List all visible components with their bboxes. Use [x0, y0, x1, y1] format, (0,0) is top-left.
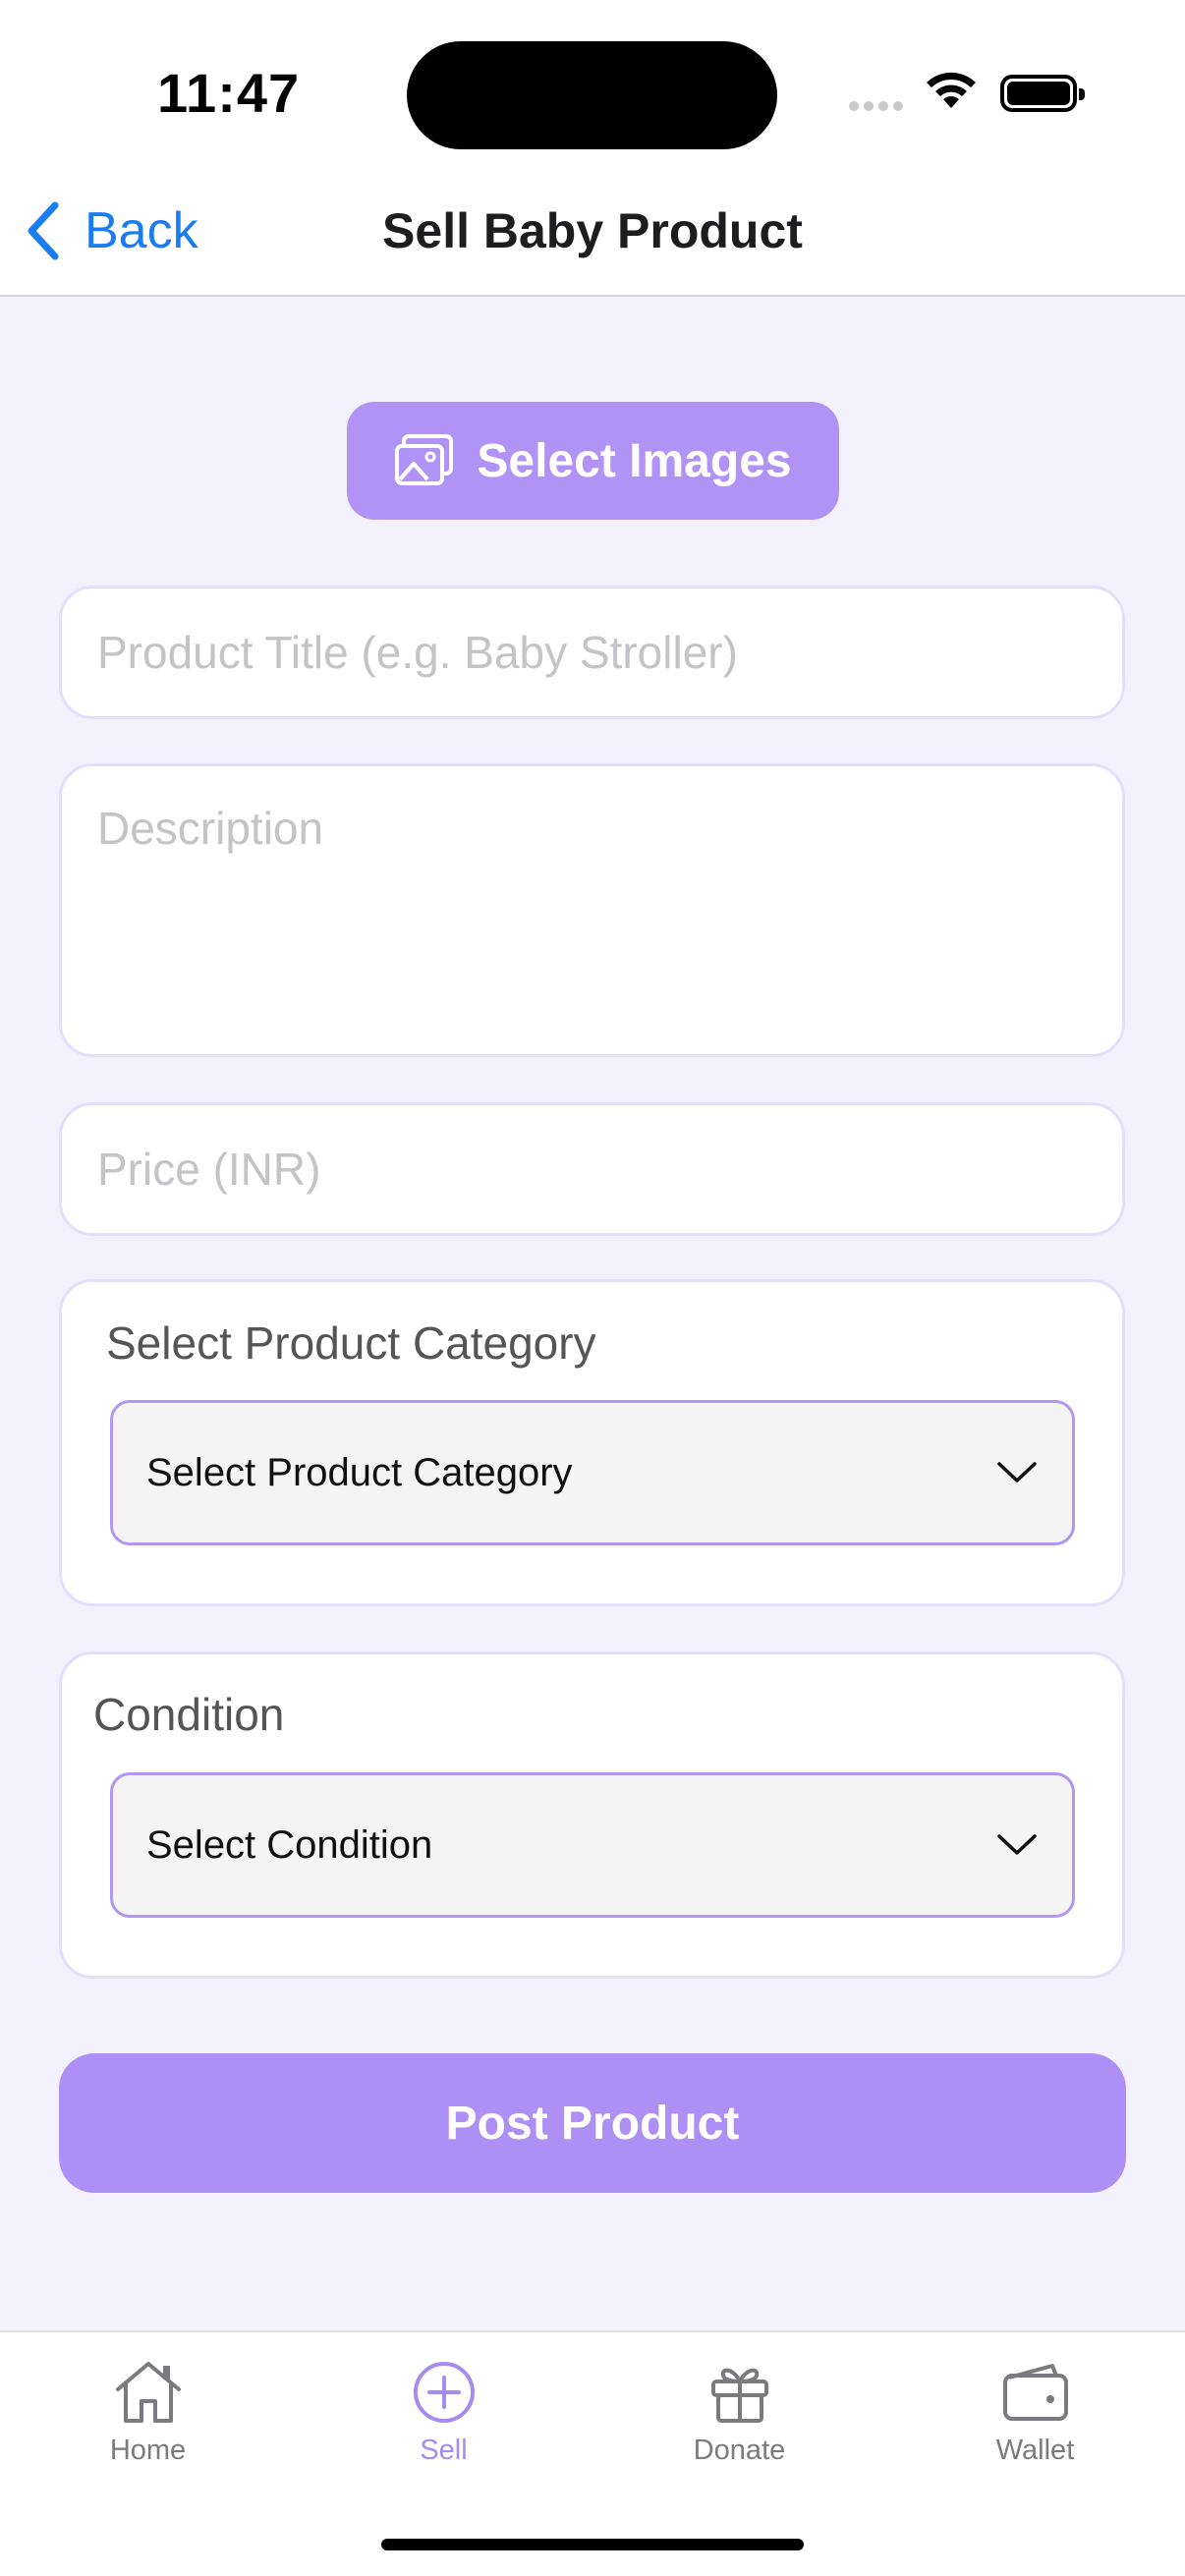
wifi-icon [924, 69, 979, 117]
select-images-label: Select Images [477, 434, 792, 487]
tab-donate[interactable]: Donate [592, 2332, 887, 2480]
condition-selected-value: Select Condition [146, 1822, 433, 1867]
description-input[interactable] [62, 766, 1122, 1051]
condition-label: Condition [93, 1689, 285, 1740]
description-field [59, 763, 1125, 1057]
tab-wallet-label: Wallet [995, 2435, 1075, 2466]
category-card: Select Product Category Select Product C… [59, 1279, 1125, 1606]
image-icon [395, 434, 454, 485]
tab-wallet[interactable]: Wallet [887, 2332, 1183, 2480]
tab-sell[interactable]: Sell [296, 2332, 592, 2480]
product-title-input[interactable] [62, 588, 1122, 716]
chevron-down-icon [997, 1834, 1037, 1855]
chevron-down-icon [997, 1462, 1037, 1483]
tab-donate-label: Donate [693, 2435, 786, 2466]
select-images-button[interactable]: Select Images [347, 402, 839, 520]
page-title: Sell Baby Product [382, 203, 803, 258]
tab-home[interactable]: Home [0, 2332, 296, 2480]
cellular-signal-icon [849, 98, 908, 116]
condition-card: Condition Select Condition [59, 1652, 1125, 1979]
post-product-button[interactable]: Post Product [59, 2053, 1126, 2193]
price-input[interactable] [62, 1105, 1122, 1233]
product-title-field [59, 586, 1125, 719]
category-label: Select Product Category [106, 1317, 596, 1369]
status-time: 11:47 [157, 62, 301, 124]
plus-circle-icon [412, 2358, 477, 2427]
status-bar: 11:47 [0, 0, 1185, 177]
dynamic-island [407, 41, 777, 149]
price-field [59, 1102, 1125, 1236]
navigation-bar: Back Sell Baby Product [0, 177, 1185, 297]
condition-dropdown[interactable]: Select Condition [110, 1772, 1075, 1918]
home-icon [112, 2358, 185, 2427]
category-dropdown[interactable]: Select Product Category [110, 1400, 1075, 1545]
home-indicator [381, 2539, 804, 2550]
gift-icon [707, 2358, 772, 2427]
battery-icon [1000, 75, 1085, 112]
category-selected-value: Select Product Category [146, 1450, 573, 1494]
wallet-icon [1001, 2358, 1070, 2427]
tab-home-label: Home [109, 2435, 187, 2466]
tab-sell-label: Sell [420, 2435, 468, 2466]
